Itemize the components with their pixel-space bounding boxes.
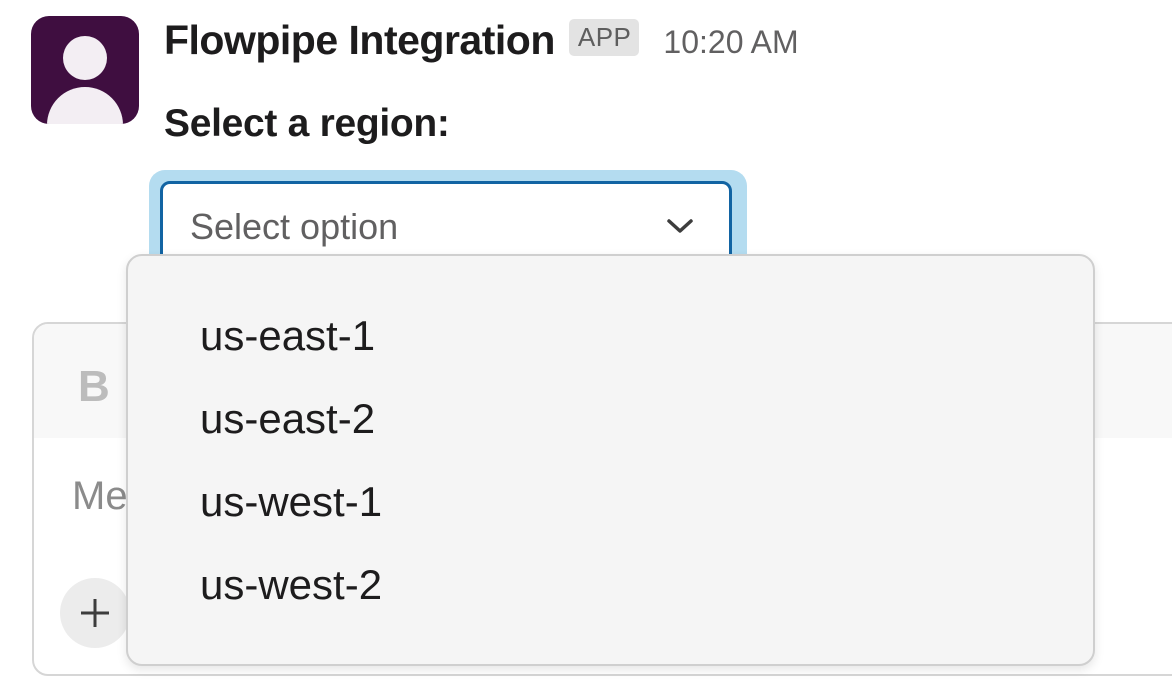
add-attachment-button[interactable] (60, 578, 130, 648)
message-input[interactable]: Me (72, 474, 128, 519)
region-prompt: Select a region: (164, 102, 450, 145)
user-avatar-icon (63, 36, 107, 80)
option-us-west-2[interactable]: us-west-2 (200, 561, 382, 609)
user-avatar-body (47, 87, 123, 124)
message-header: Flowpipe Integration APP 10:20 AM (164, 12, 799, 68)
chevron-down-icon (667, 219, 693, 233)
app-badge: APP (568, 18, 640, 56)
option-us-east-2[interactable]: us-east-2 (200, 395, 375, 443)
bold-button[interactable]: B (78, 362, 110, 412)
plus-icon (81, 599, 109, 627)
avatar[interactable] (31, 16, 139, 124)
sender-name[interactable]: Flowpipe Integration (164, 17, 555, 64)
region-dropdown-menu: us-east-1 us-east-2 us-west-1 us-west-2 (126, 254, 1095, 666)
slack-message-view: Flowpipe Integration APP 10:20 AM Select… (0, 0, 1172, 692)
option-us-east-1[interactable]: us-east-1 (200, 312, 375, 360)
timestamp[interactable]: 10:20 AM (663, 24, 798, 61)
option-us-west-1[interactable]: us-west-1 (200, 478, 382, 526)
select-placeholder: Select option (190, 206, 399, 247)
